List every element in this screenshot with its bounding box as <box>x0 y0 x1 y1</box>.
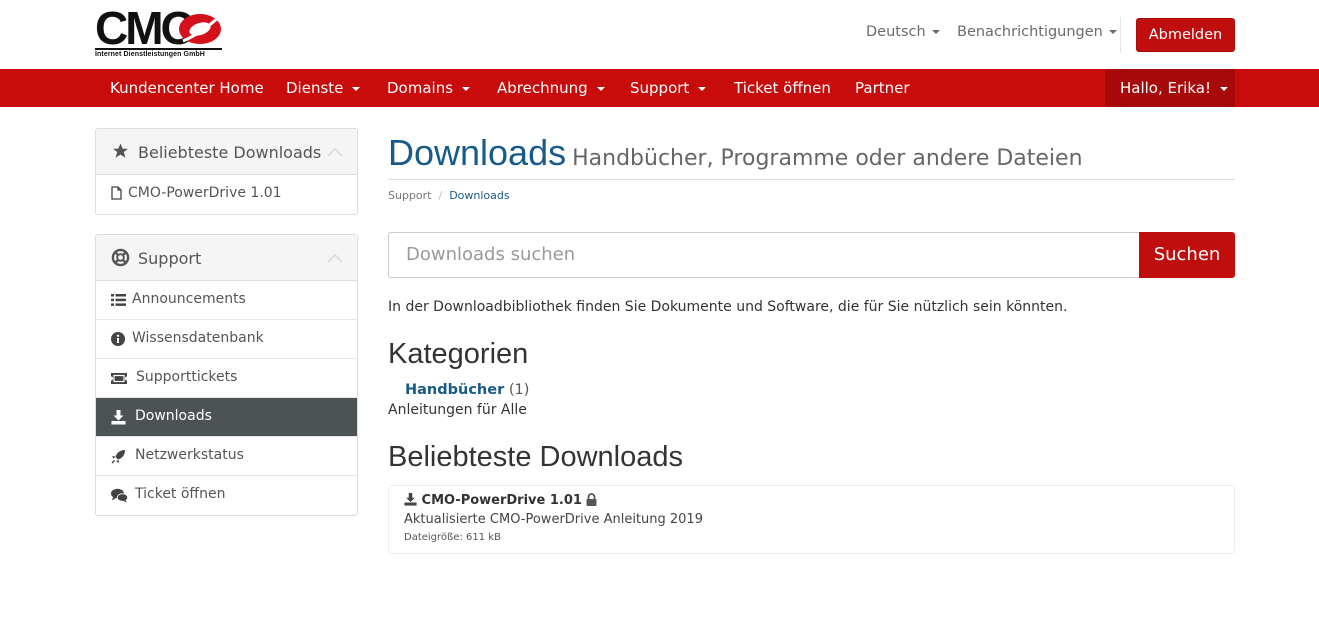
user-menu[interactable]: Hallo, Erika! <box>1105 69 1235 107</box>
breadcrumb-separator: / <box>438 189 443 202</box>
nav-label: Partner <box>855 79 910 97</box>
chevron-down-icon <box>596 86 605 91</box>
chevron-down-icon <box>352 86 361 91</box>
popular-downloads-panel: Beliebteste Downloads CMO-PowerDrive 1.0… <box>95 128 358 215</box>
intro-text: In der Downloadbibliothek finden Sie Dok… <box>388 299 1068 315</box>
download-title-link[interactable]: CMO-PowerDrive 1.01 <box>404 493 597 508</box>
sidebar-item-announcements[interactable]: Announcements <box>96 281 357 320</box>
nav-item-partner[interactable]: Partner <box>855 69 910 107</box>
nav-item-support[interactable]: Support <box>630 69 707 107</box>
chevron-up-icon[interactable] <box>327 253 343 263</box>
sidebar-item-label: Wissensdatenbank <box>132 330 264 346</box>
sidebar-item-label: Ticket öffnen <box>135 486 226 502</box>
sidebar-item-powerdrive[interactable]: CMO-PowerDrive 1.01 <box>96 175 357 214</box>
header-divider <box>1120 17 1121 53</box>
logo-rule <box>95 48 222 50</box>
sidebar-item-label: Announcements <box>132 291 246 307</box>
categories-heading: Kategorien <box>388 338 529 370</box>
chevron-down-icon <box>1108 30 1117 34</box>
language-dropdown[interactable]: Deutsch <box>866 24 940 40</box>
download-title: CMO-PowerDrive 1.01 <box>421 493 582 508</box>
company-logo[interactable]: CMO Internet Dienstleistungen GmbH <box>95 5 225 61</box>
download-description: Aktualisierte CMO-PowerDrive Anleitung 2… <box>404 512 703 527</box>
chevron-down-icon <box>698 86 707 91</box>
rocket-icon <box>111 450 125 464</box>
sidebar-item-open-ticket[interactable]: Ticket öffnen <box>96 476 357 515</box>
breadcrumb-downloads[interactable]: Downloads <box>449 189 509 202</box>
breadcrumb-support[interactable]: Support <box>388 189 431 202</box>
download-file-size: Dateigröße: 611 kB <box>404 532 501 543</box>
main-navbar: Kundencenter Home Dienste Domains Abrech… <box>0 69 1319 107</box>
nav-item-home[interactable]: Kundencenter Home <box>110 69 264 107</box>
nav-item-open-ticket[interactable]: Ticket öffnen <box>734 69 831 107</box>
nav-label: Support <box>630 79 690 97</box>
chevron-down-icon <box>462 86 471 91</box>
nav-label: Kundencenter Home <box>110 79 264 97</box>
comments-icon <box>111 488 128 503</box>
page-title-main: Downloads <box>388 132 567 173</box>
notifications-label: Benachrichtigungen <box>957 24 1103 40</box>
panel-title: Support <box>138 249 202 268</box>
download-icon <box>404 493 417 506</box>
category-count: (1) <box>508 382 530 398</box>
panel-header[interactable]: Beliebteste Downloads <box>96 129 357 175</box>
nav-label: Dienste <box>286 79 344 97</box>
chevron-down-icon <box>1219 86 1228 91</box>
lock-icon <box>586 493 597 506</box>
list-icon <box>111 294 126 306</box>
nav-item-domains[interactable]: Domains <box>387 69 471 107</box>
user-greeting: Hallo, Erika! <box>1120 79 1211 97</box>
info-icon <box>111 332 125 346</box>
nav-label: Ticket öffnen <box>734 79 831 97</box>
popular-downloads-heading: Beliebteste Downloads <box>388 441 684 473</box>
logout-button[interactable]: Abmelden <box>1136 18 1235 52</box>
category-link-manuals[interactable]: Handbücher (1) <box>405 382 529 398</box>
support-panel: Support Announcements Wissensdatenbank S… <box>95 234 358 516</box>
notifications-dropdown[interactable]: Benachrichtigungen <box>957 24 1117 40</box>
category-description: Anleitungen für Alle <box>388 402 527 418</box>
ticket-icon <box>111 373 127 384</box>
chevron-down-icon <box>931 30 940 34</box>
life-ring-icon <box>111 248 130 267</box>
download-item[interactable]: CMO-PowerDrive 1.01 Aktualisierte CMO-Po… <box>388 485 1235 554</box>
sidebar-item-label: Supporttickets <box>136 369 238 385</box>
nav-label: Domains <box>387 79 454 97</box>
logo-subtext: Internet Dienstleistungen GmbH <box>95 51 205 58</box>
title-divider <box>388 179 1235 180</box>
star-icon <box>113 143 128 158</box>
chevron-up-icon[interactable] <box>327 147 343 157</box>
breadcrumb: Support / Downloads <box>388 189 510 202</box>
sidebar-item-knowledgebase[interactable]: Wissensdatenbank <box>96 320 357 359</box>
sidebar-item-network-status[interactable]: Netzwerkstatus <box>96 437 357 476</box>
panel-header[interactable]: Support <box>96 235 357 281</box>
panel-title: Beliebteste Downloads <box>138 143 322 162</box>
nav-item-billing[interactable]: Abrechnung <box>497 69 605 107</box>
downloads-search-input[interactable]: Downloads suchen <box>388 232 1140 278</box>
sidebar-item-downloads[interactable]: Downloads <box>96 398 357 437</box>
site-header: CMO Internet Dienstleistungen GmbH Deuts… <box>0 0 1319 69</box>
page-title: Downloads Handbücher, Programme oder ande… <box>388 132 1083 174</box>
sidebar-item-label: Netzwerkstatus <box>135 447 244 463</box>
file-icon <box>111 186 122 200</box>
page-subtitle: Handbücher, Programme oder andere Dateie… <box>572 146 1083 171</box>
download-icon <box>111 410 126 425</box>
nav-label: Abrechnung <box>497 79 588 97</box>
language-label: Deutsch <box>866 24 926 40</box>
sidebar-item-label: Downloads <box>135 408 212 424</box>
search-button[interactable]: Suchen <box>1139 232 1235 278</box>
category-name: Handbücher <box>405 382 505 398</box>
sidebar-item-label: CMO-PowerDrive 1.01 <box>128 185 282 201</box>
sidebar-item-support-tickets[interactable]: Supporttickets <box>96 359 357 398</box>
logo-swoosh-icon <box>179 13 223 44</box>
nav-item-services[interactable]: Dienste <box>286 69 361 107</box>
